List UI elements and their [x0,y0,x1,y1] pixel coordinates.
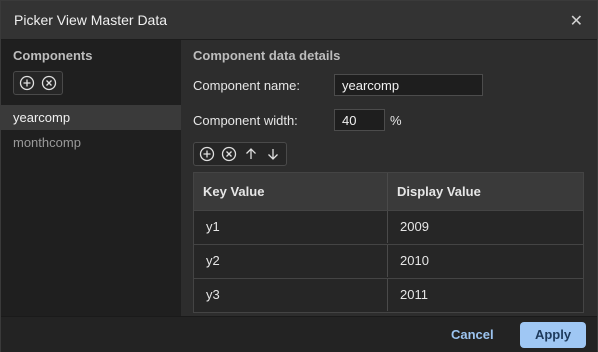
display-value-cell[interactable]: 2010 [388,245,583,277]
dialog-footer: Cancel Apply [1,316,597,352]
column-header-key-value[interactable]: Key Value [194,173,388,210]
component-width-label: Component width: [193,113,298,128]
remove-circle-icon[interactable] [41,75,57,91]
display-value-cell[interactable]: 2009 [388,211,583,243]
key-value-cell[interactable]: y3 [194,279,388,311]
apply-button[interactable]: Apply [520,322,586,348]
component-width-field[interactable]: 40 [334,109,385,131]
table-header: Key Value Display Value [194,173,583,210]
component-details-panel: Component data details Component name: y… [181,40,597,316]
key-value-cell[interactable]: y1 [194,211,388,243]
list-item[interactable]: yearcomp [1,105,181,130]
key-value-cell[interactable]: y2 [194,245,388,277]
components-heading: Components [13,48,93,63]
add-circle-icon[interactable] [19,75,35,91]
master-data-table: Key Value Display Value y1 2009 y2 2010 … [193,172,584,313]
details-heading: Component data details [193,48,341,63]
picker-view-master-data-dialog: Picker View Master Data ✕ Components yea… [0,0,598,352]
arrow-down-icon[interactable] [265,146,281,162]
dialog-title: Picker View Master Data [14,12,168,28]
display-value-cell[interactable]: 2011 [388,279,583,311]
component-name-label: Component name: [193,78,300,93]
close-icon[interactable]: ✕ [570,11,583,31]
table-row[interactable]: y3 2011 [194,278,583,312]
list-item[interactable]: monthcomp [1,130,181,155]
components-toolbar [13,71,63,95]
table-row[interactable]: y1 2009 [194,210,583,244]
add-circle-icon[interactable] [199,146,215,162]
dialog-titlebar: Picker View Master Data ✕ [1,1,597,40]
column-header-display-value[interactable]: Display Value [388,173,583,210]
table-row[interactable]: y2 2010 [194,244,583,278]
cancel-button[interactable]: Cancel [451,327,494,342]
arrow-up-icon[interactable] [243,146,259,162]
components-sidebar: Components yearcomp monthcomp [1,40,181,316]
table-toolbar [193,142,287,166]
width-unit-label: % [390,113,402,128]
components-list: yearcomp monthcomp [1,105,181,155]
remove-circle-icon[interactable] [221,146,237,162]
component-name-field[interactable]: yearcomp [334,74,483,96]
